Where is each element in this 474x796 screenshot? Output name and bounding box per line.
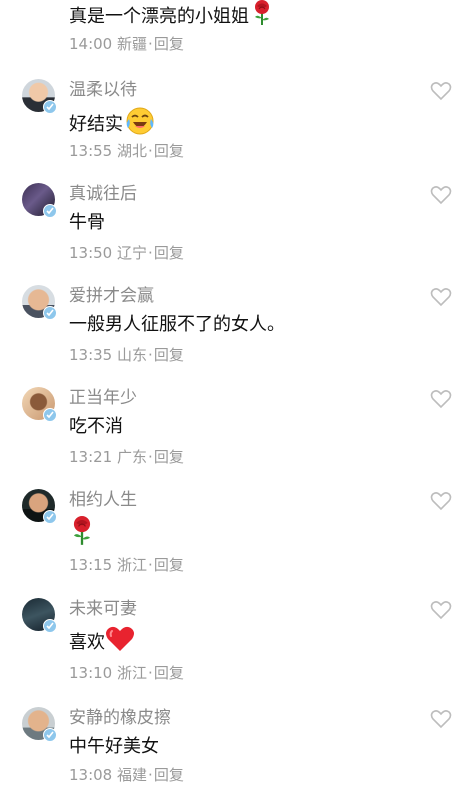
meta-separator: · <box>148 766 153 784</box>
avatar[interactable] <box>22 707 57 742</box>
meta-separator: · <box>148 346 153 364</box>
reply-link[interactable]: 回复 <box>154 766 184 784</box>
reply-link[interactable]: 回复 <box>154 142 184 160</box>
comment-time: 13:21 <box>69 448 113 466</box>
comment-time: 13:35 <box>69 346 113 364</box>
like-icon[interactable] <box>430 600 452 620</box>
reply-link[interactable]: 回复 <box>154 664 184 682</box>
meta-separator: · <box>148 448 153 466</box>
comment-location: 福建 <box>117 766 148 784</box>
like-icon[interactable] <box>430 389 452 409</box>
comment-username[interactable]: 正当年少 <box>69 387 137 409</box>
comment-meta: 13:50 辽宁·回复 <box>69 243 184 263</box>
comment-location: 广东 <box>117 448 148 466</box>
avatar[interactable] <box>22 79 57 114</box>
comment-text: 吃不消 <box>69 416 123 437</box>
comment-content: 好结实 <box>69 106 155 144</box>
like-icon[interactable] <box>430 81 452 101</box>
comment-meta: 13:35 山东·回复 <box>69 345 184 365</box>
avatar[interactable] <box>22 183 57 218</box>
comment-time: 13:50 <box>69 244 113 262</box>
comment-list: 真是一个漂亮的小姐姐 14:00 新疆·回复 温柔以待 好结实 13:55 湖北… <box>0 0 474 796</box>
comment-time: 14:00 <box>69 35 113 53</box>
comment-content: 牛骨 <box>69 210 105 236</box>
avatar[interactable] <box>22 598 57 633</box>
red-heart-icon <box>105 625 135 660</box>
comment-meta: 13:15 浙江·回复 <box>69 555 184 575</box>
comment-content: 中午好美女 <box>69 734 159 760</box>
comment-location: 新疆 <box>117 35 148 53</box>
comment-location: 湖北 <box>117 142 148 160</box>
verified-badge-icon <box>43 408 57 422</box>
comment-text: 中午好美女 <box>69 736 159 757</box>
comment-time: 13:55 <box>69 142 113 160</box>
comment-text: 好结实 <box>69 114 123 135</box>
verified-badge-icon <box>43 100 57 114</box>
comment-meta: 14:00 新疆·回复 <box>69 34 184 54</box>
meta-separator: · <box>148 142 153 160</box>
like-icon[interactable] <box>430 709 452 729</box>
comment-location: 浙江 <box>117 664 148 682</box>
comment-time: 13:15 <box>69 556 113 574</box>
verified-badge-icon <box>43 306 57 320</box>
comment-text: 牛骨 <box>69 212 105 233</box>
laughing-tears-icon <box>125 106 155 144</box>
comment-username[interactable]: 真诚往后 <box>69 183 137 205</box>
comment-text: 喜欢 <box>69 631 105 653</box>
meta-separator: · <box>148 244 153 262</box>
comment-content: 喜欢 <box>69 625 135 660</box>
comment-username[interactable]: 温柔以待 <box>69 79 137 101</box>
reply-link[interactable]: 回复 <box>154 35 184 53</box>
like-icon[interactable] <box>430 287 452 307</box>
comment-location: 辽宁 <box>117 244 148 262</box>
comment-meta: 13:10 浙江·回复 <box>69 663 184 683</box>
reply-link[interactable]: 回复 <box>154 346 184 364</box>
avatar[interactable] <box>22 285 57 320</box>
meta-separator: · <box>148 664 153 682</box>
comment-content: 真是一个漂亮的小姐姐 <box>69 0 273 34</box>
comment-text: 一般男人征服不了的女人。 <box>69 314 285 335</box>
comment-username[interactable]: 爱拼才会赢 <box>69 285 154 307</box>
comment-time: 13:10 <box>69 664 113 682</box>
verified-badge-icon <box>43 510 57 524</box>
meta-separator: · <box>148 35 153 53</box>
comment-username[interactable]: 未来可妻 <box>69 598 137 620</box>
reply-link[interactable]: 回复 <box>154 448 184 466</box>
avatar[interactable] <box>22 489 57 524</box>
verified-badge-icon <box>43 204 57 218</box>
comment-content <box>69 516 95 554</box>
comment-username[interactable]: 相约人生 <box>69 489 137 511</box>
verified-badge-icon <box>43 619 57 633</box>
comment-meta: 13:08 福建·回复 <box>69 765 184 785</box>
comment-time: 13:08 <box>69 766 113 784</box>
comment-username[interactable]: 安静的橡皮擦 <box>69 707 171 729</box>
reply-link[interactable]: 回复 <box>154 556 184 574</box>
comment-meta: 13:21 广东·回复 <box>69 447 184 467</box>
rose-icon <box>69 516 95 554</box>
comment-content: 一般男人征服不了的女人。 <box>69 312 285 338</box>
like-icon[interactable] <box>430 491 452 511</box>
rose-icon <box>251 0 273 34</box>
reply-link[interactable]: 回复 <box>154 244 184 262</box>
comment-meta: 13:55 湖北·回复 <box>69 141 184 161</box>
meta-separator: · <box>148 556 153 574</box>
comment-location: 浙江 <box>117 556 148 574</box>
avatar[interactable] <box>22 387 57 422</box>
verified-badge-icon <box>43 728 57 742</box>
like-icon[interactable] <box>430 185 452 205</box>
comment-location: 山东 <box>117 346 148 364</box>
comment-content: 吃不消 <box>69 414 123 440</box>
comment-text: 真是一个漂亮的小姐姐 <box>69 6 249 27</box>
